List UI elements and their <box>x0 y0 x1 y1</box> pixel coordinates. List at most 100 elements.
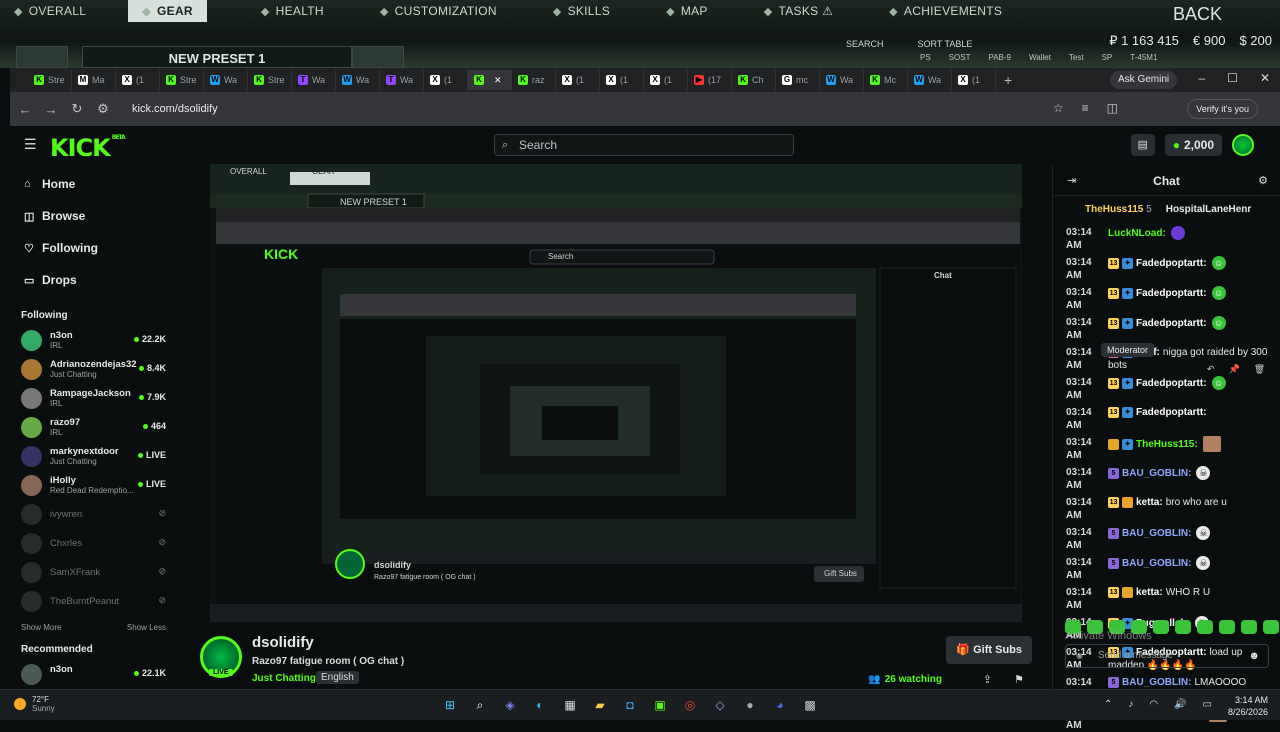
gamepad-icon[interactable]: ◇ <box>710 695 730 715</box>
chat-username[interactable]: Fadedpoptartt: <box>1136 258 1207 269</box>
chat-username[interactable]: ketta: <box>1136 587 1163 598</box>
browser-tab[interactable]: T Wa <box>292 70 336 90</box>
game-tab-4[interactable]: ◆ SKILLS <box>539 0 624 22</box>
browser-tab[interactable]: X (1 <box>116 70 160 90</box>
chat-settings-icon[interactable]: ◉ <box>1076 645 1083 667</box>
chat-username[interactable]: TheHuss115: <box>1136 439 1198 450</box>
video-player[interactable]: OVERALL GEAR NEW PRESET 1 KICK Search ds… <box>210 164 1022 622</box>
game-tab-3[interactable]: ◆ CUSTOMIZATION <box>366 0 511 22</box>
preset-name[interactable]: NEW PRESET 1 <box>82 46 352 68</box>
chat-users-icon[interactable]: ⚙ <box>1258 174 1268 187</box>
browser-tab[interactable]: Gmc <box>776 70 820 90</box>
wifi-icon[interactable]: ◠ <box>1149 699 1158 710</box>
chat-message[interactable]: 03:14 AM 13 ✦ Fadedpoptartt: ☺ <box>1053 312 1280 342</box>
dashboard-icon[interactable]: ▤ <box>1130 134 1155 156</box>
browser-tab[interactable]: K Stre <box>28 70 72 90</box>
chat-message[interactable]: 03:14 AM 13 ✦ Fadedpoptartt: ☺ <box>1053 372 1280 402</box>
taskview-icon[interactable]: ▦ <box>560 695 580 715</box>
sidebar-item-browse[interactable]: ◫ Browse <box>10 200 180 232</box>
menu-icon[interactable]: ☰ <box>24 136 37 153</box>
chat-message[interactable]: 03:14 AM LuckNLoad: <box>1053 222 1280 252</box>
game-tab-2[interactable]: ◆ HEALTH <box>247 0 338 22</box>
following-item[interactable]: TheBurntPeanut ⊘ <box>10 588 180 617</box>
chat-username[interactable]: LuckNLoad: <box>1108 228 1166 239</box>
following-item[interactable]: RampageJackson IRL 7.9K <box>10 385 180 414</box>
browser-tab[interactable]: T Wa <box>380 70 424 90</box>
emote-icon[interactable] <box>1219 620 1235 634</box>
close-tab-icon[interactable]: ✕ <box>494 75 502 86</box>
following-item[interactable]: n3on IRL 22.2K <box>10 327 180 356</box>
chat-message[interactable]: 03:14 AM 5 BAU_GOBLIN: ☠ <box>1053 462 1280 492</box>
minimize-icon[interactable]: – <box>1198 71 1205 85</box>
chat-username[interactable]: Fadedpoptartt: <box>1136 378 1207 389</box>
game-save-icon[interactable] <box>352 46 404 68</box>
close-window-icon[interactable]: ✕ <box>1260 71 1270 85</box>
volume-icon[interactable]: 🔊 <box>1174 699 1186 710</box>
show-more-button[interactable]: Show More <box>21 623 61 632</box>
emote-icon[interactable] <box>1175 620 1191 634</box>
chat-message[interactable]: 03:14 AM 5 BAU_GOBLIN: ☠ <box>1053 522 1280 552</box>
channel-name[interactable]: dsolidify <box>252 634 314 651</box>
back-arrow-icon[interactable]: ← <box>14 102 36 117</box>
outlook-icon[interactable]: ◘ <box>620 695 640 715</box>
chat-username[interactable]: BAU_GOBLIN: <box>1122 677 1191 688</box>
browser-tab[interactable]: X (1 <box>600 70 644 90</box>
gift-subs-button[interactable]: 🎁 Gift Subs <box>946 636 1032 664</box>
browser-tab[interactable]: W Wa <box>820 70 864 90</box>
game-outfit-icon[interactable] <box>16 46 68 68</box>
emote-icon[interactable] <box>1197 620 1213 634</box>
following-item[interactable]: razo97 IRL 464 <box>10 414 180 443</box>
forward-arrow-icon[interactable]: → <box>40 102 62 117</box>
chat-username[interactable]: BAU_GOBLIN: <box>1122 528 1191 539</box>
terminal-icon[interactable]: ▣ <box>650 695 670 715</box>
weather-widget[interactable]: 72°F Sunny <box>14 695 55 713</box>
media-control-icon[interactable]: ≡ <box>1082 101 1089 115</box>
chat-message[interactable]: 03:14 AM ✦ TheHuss115: <box>1053 432 1280 462</box>
emote-icon[interactable] <box>1153 620 1169 634</box>
bookmark-star-icon[interactable]: ☆ <box>1053 101 1064 115</box>
game-tab-0[interactable]: ◆ OVERALL <box>0 0 100 22</box>
game-sort-table-button[interactable]: SORT TABLE <box>918 39 973 49</box>
chat-message[interactable]: 03:14 AM 5 BAU_GOBLIN: ☠ <box>1053 552 1280 582</box>
mic-icon[interactable]: ♪ <box>1128 699 1133 710</box>
game-search-button[interactable]: SEARCH <box>846 39 884 49</box>
game-back-button[interactable]: BACK <box>1173 4 1222 25</box>
chat-username[interactable]: Fadedpoptartt: <box>1136 407 1207 418</box>
game-tab-7[interactable]: ◆ ACHIEVEMENTS <box>875 0 1016 22</box>
share-icon[interactable]: ⇪ <box>983 673 992 686</box>
game-tab-1[interactable]: ◆ GEAR <box>128 0 207 22</box>
chat-username[interactable]: Fadedpoptartt: <box>1136 288 1207 299</box>
following-item[interactable]: ivywren ⊘ <box>10 501 180 530</box>
emote-icon[interactable] <box>1241 620 1257 634</box>
following-item[interactable]: SamXFrank ⊘ <box>10 559 180 588</box>
discord-icon[interactable]: ◕ <box>770 695 790 715</box>
gifter-1[interactable]: TheHuss115 5 <box>1085 204 1152 215</box>
chat-username[interactable]: BAU_GOBLIN: <box>1122 468 1191 479</box>
reply-icon[interactable]: ↶ <box>1207 364 1215 375</box>
browser-tab[interactable]: X (1 <box>644 70 688 90</box>
search-input[interactable]: ⌕ Search <box>494 134 794 156</box>
user-avatar[interactable] <box>1232 134 1254 156</box>
edge-icon[interactable]: ◐ <box>530 695 550 715</box>
browser-tab[interactable]: ▶ (17 <box>688 70 732 90</box>
folder-icon[interactable]: ▰ <box>590 695 610 715</box>
browser-tab[interactable]: K Ch <box>732 70 776 90</box>
chat-username[interactable]: Fadedpoptartt: <box>1136 318 1207 329</box>
more-options-icon[interactable]: ⚑ <box>1014 673 1024 686</box>
following-item[interactable]: Chxrles ⊘ <box>10 530 180 559</box>
chat-message[interactable]: 03:14 AM 13 ✦ Fadedpoptartt: ☺ <box>1053 252 1280 282</box>
chat-message[interactable]: 03:14 AM 13 ✦ Fadedpoptartt: <box>1053 402 1280 432</box>
reload-icon[interactable]: ↻ <box>66 101 88 117</box>
browser-tab[interactable]: Kraz <box>512 70 556 90</box>
delete-icon[interactable]: 🗑 <box>1254 364 1265 375</box>
browser-tab[interactable]: K Stre <box>160 70 204 90</box>
browser-tab[interactable]: X (1 <box>556 70 600 90</box>
extensions-icon[interactable]: ◫ <box>1107 101 1118 115</box>
browser-tab[interactable]: K Mc <box>864 70 908 90</box>
url-field[interactable]: kick.com/dsolidify <box>132 103 218 115</box>
kick-coins[interactable]: ● 2,000 <box>1164 134 1222 156</box>
sidebar-item-home[interactable]: ⌂ Home <box>10 168 180 200</box>
recommended-item[interactable]: n3on 22.1K <box>10 661 180 690</box>
site-info-icon[interactable]: ⚙ <box>92 101 114 117</box>
sidebar-item-following[interactable]: ♡ Following <box>10 232 180 264</box>
